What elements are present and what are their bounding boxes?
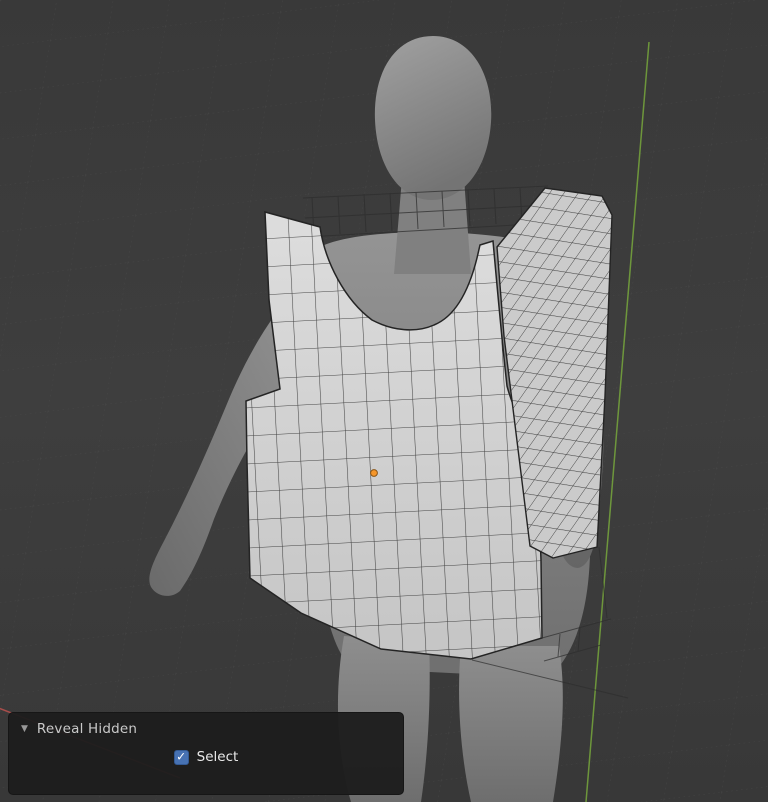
- select-label: Select: [196, 749, 239, 765]
- blender-3d-viewport[interactable]: ▼ Reveal Hidden ✓ Select: [0, 0, 768, 802]
- select-option-row[interactable]: ✓ Select: [9, 749, 403, 765]
- collapse-triangle-icon[interactable]: ▼: [21, 724, 28, 734]
- checkmark-icon: ✓: [176, 749, 187, 764]
- scene-canvas: [0, 0, 768, 802]
- object-origin-point[interactable]: [370, 469, 378, 477]
- select-checkbox[interactable]: ✓: [173, 749, 189, 765]
- mannequin-head: [374, 36, 492, 200]
- operator-panel-title: Reveal Hidden: [36, 721, 138, 737]
- operator-panel-header[interactable]: ▼ Reveal Hidden: [9, 713, 403, 740]
- operator-redo-panel[interactable]: ▼ Reveal Hidden ✓ Select: [8, 712, 404, 795]
